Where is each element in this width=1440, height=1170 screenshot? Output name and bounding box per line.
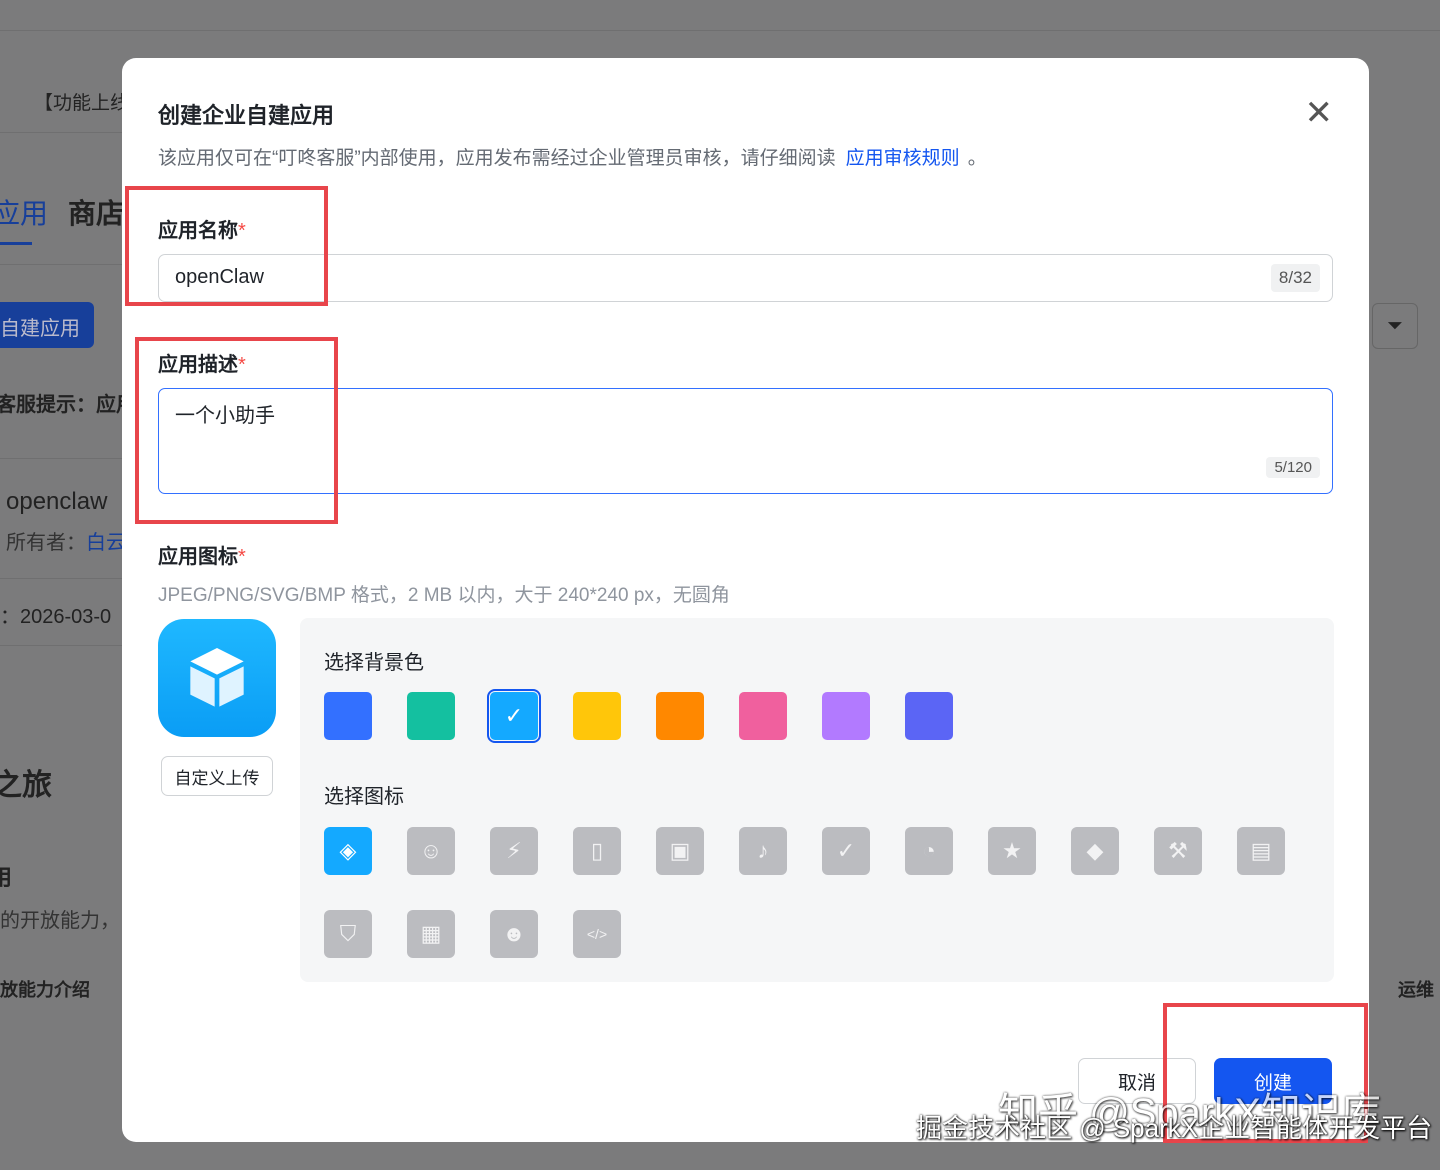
- layout-icon: ▦: [420, 921, 442, 946]
- icon-option-bell[interactable]: ♪: [739, 827, 787, 875]
- desc-char-count: 5/120: [1266, 457, 1320, 478]
- icon-label: 应用图标*: [158, 546, 246, 568]
- icon-hint: JPEG/PNG/SVG/BMP 格式，2 MB 以内，大于 240*240 p…: [158, 585, 730, 606]
- section-title: 用: [0, 865, 13, 890]
- star-icon: ★: [1002, 838, 1022, 863]
- owner-link[interactable]: 白云: [86, 532, 126, 554]
- icon-option-layout[interactable]: ▦: [407, 910, 455, 958]
- review-rules-link[interactable]: 应用审核规则: [846, 148, 960, 169]
- book-icon: ▯: [590, 838, 604, 863]
- icon-option-tag[interactable]: ◆: [1071, 827, 1119, 875]
- briefcase-icon: ▣: [669, 838, 691, 863]
- journey-title: 之旅: [0, 769, 52, 802]
- close-icon[interactable]: ✕: [1305, 96, 1334, 130]
- app-icon-preview: [158, 619, 276, 737]
- icon-option-lightbulb[interactable]: ⚡: [490, 827, 538, 875]
- icon-picker-panel: [300, 618, 1334, 982]
- cube-icon: [190, 648, 244, 707]
- icon-option-book[interactable]: ▯: [573, 827, 621, 875]
- lightbulb-icon: ⚡: [506, 838, 522, 863]
- ops-text: 运维: [1398, 980, 1434, 1000]
- subtitle-end: 。: [967, 148, 987, 169]
- date-text: ：2026-03-0: [0, 606, 112, 628]
- icon-option-code[interactable]: </>: [573, 910, 621, 958]
- tag-icon: ◆: [1086, 838, 1104, 863]
- wrench-icon: ⚒: [1168, 838, 1188, 863]
- color-swatch[interactable]: [905, 692, 953, 740]
- color-swatch[interactable]: [324, 692, 372, 740]
- cube-icon: ◈: [339, 838, 357, 863]
- capability-text: 的开放能力，: [0, 910, 120, 932]
- tab-apps[interactable]: 应用: [0, 192, 48, 232]
- dialog-title: 创建企业自建应用: [158, 103, 335, 128]
- icon-option-star[interactable]: ★: [988, 827, 1036, 875]
- highlight-desc: [135, 337, 338, 524]
- color-swatch[interactable]: [822, 692, 870, 740]
- tab-store[interactable]: 商店: [68, 192, 124, 232]
- app-name-input[interactable]: openClaw 8/32: [158, 254, 1333, 302]
- icon-option-briefcase[interactable]: ▣: [656, 827, 704, 875]
- custom-upload-button[interactable]: 自定义上传: [161, 756, 273, 796]
- icon-option-robot[interactable]: ☺: [407, 827, 455, 875]
- document-icon: ▤: [1250, 838, 1272, 863]
- filter-icon: ⏷: [1387, 315, 1403, 337]
- hint-text: 客服提示：应用: [0, 394, 136, 416]
- app-name-bg: openclaw: [6, 488, 108, 515]
- owner-label: 所有者：: [6, 532, 86, 554]
- bell-icon: ♪: [757, 838, 769, 863]
- bg-color-label: 选择背景色: [324, 652, 424, 674]
- code-icon: </>: [586, 926, 608, 942]
- highlight-name: [125, 186, 328, 306]
- color-swatch[interactable]: [656, 692, 704, 740]
- name-char-count: 8/32: [1270, 264, 1320, 292]
- icon-option-cube[interactable]: ◈: [324, 827, 372, 875]
- shield-icon: ⛉: [339, 921, 357, 946]
- choose-icon-label: 选择图标: [324, 786, 404, 808]
- icon-option-users[interactable]: ☻: [490, 910, 538, 958]
- icon-option-document[interactable]: ▤: [1237, 827, 1285, 875]
- color-swatch[interactable]: ✓: [487, 689, 541, 743]
- icon-option-wrench[interactable]: ⚒: [1154, 827, 1202, 875]
- create-app-bg-button[interactable]: 自建应用: [0, 302, 94, 348]
- icon-option-bookmark[interactable]: ✓: [822, 827, 870, 875]
- color-swatch[interactable]: [739, 692, 787, 740]
- subtitle-text: 该应用仅可在“叮咚客服”内部使用，应用发布需经过企业管理员审核，请仔细阅读: [158, 148, 836, 169]
- bookmark-icon: ✓: [836, 838, 856, 863]
- users-icon: ☻: [502, 921, 526, 946]
- pie-icon: ◔: [922, 838, 936, 863]
- notice-text: 【功能上线: [34, 93, 130, 114]
- watermark-line2: 掘金技术社区 @ SparkX企业智能体开发平台: [916, 1113, 1433, 1143]
- filter-button[interactable]: ⏷: [1372, 303, 1418, 349]
- color-swatch[interactable]: [407, 692, 455, 740]
- color-swatch[interactable]: [573, 692, 621, 740]
- robot-icon: ☺: [419, 838, 443, 863]
- dialog-subtitle: 该应用仅可在“叮咚客服”内部使用，应用发布需经过企业管理员审核，请仔细阅读 应用审…: [158, 143, 987, 170]
- icon-option-pie[interactable]: ◔: [905, 827, 953, 875]
- check-icon: ✓: [504, 703, 524, 728]
- icon-option-shield[interactable]: ⛉: [324, 910, 372, 958]
- capability-intro[interactable]: 放能力介绍: [0, 976, 90, 1002]
